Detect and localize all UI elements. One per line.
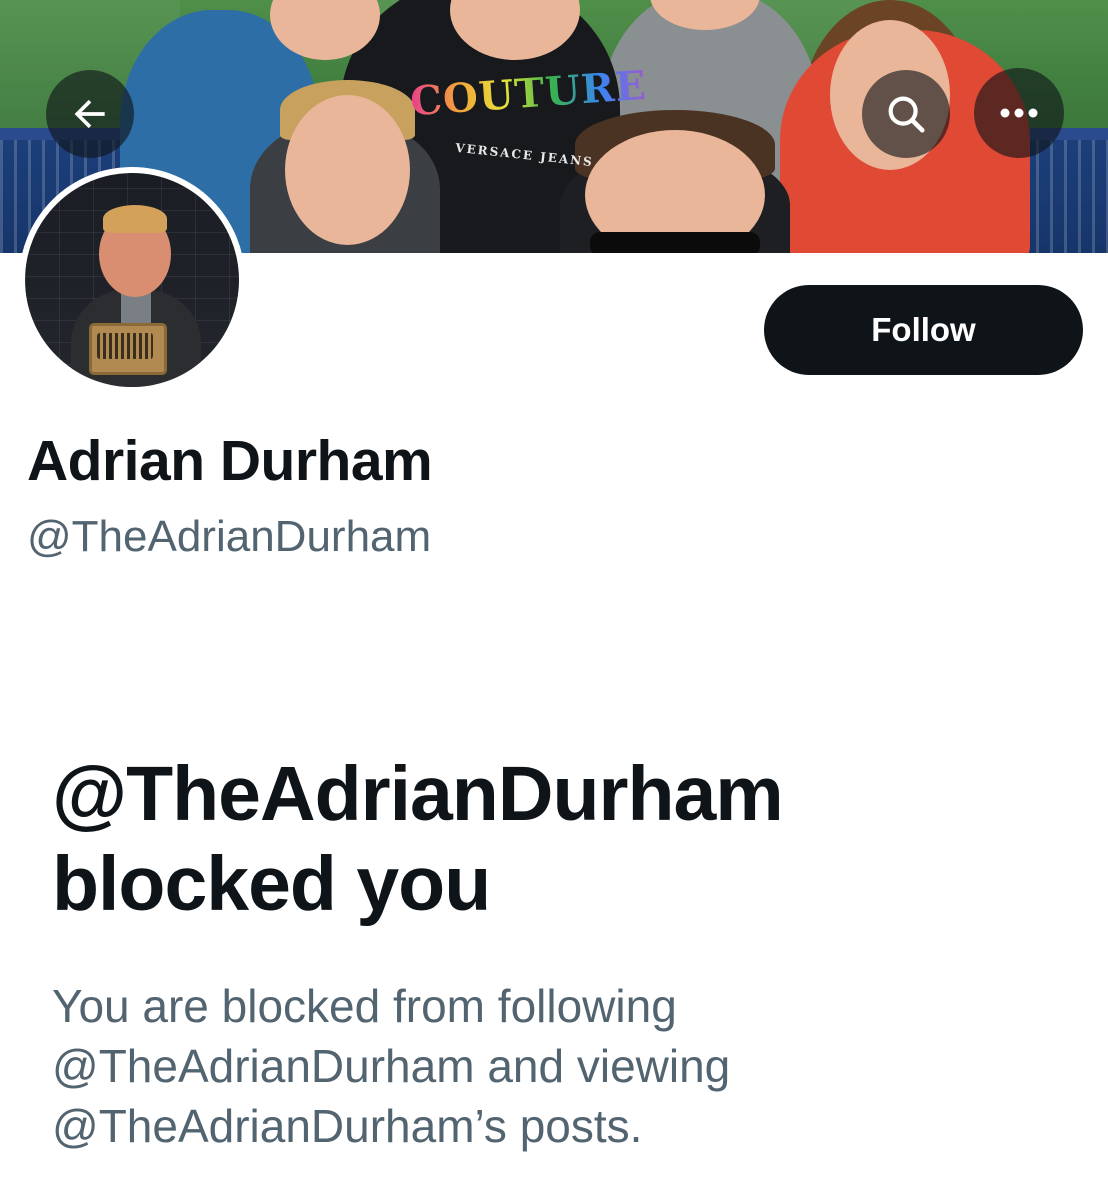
search-icon — [888, 96, 925, 133]
profile-handle: @TheAdrianDurham — [27, 512, 432, 561]
profile-display-name: Adrian Durham — [27, 429, 433, 493]
avatar-award-grille — [97, 333, 153, 359]
arrow-left-icon — [74, 99, 105, 129]
blocked-description-line: @TheAdrianDurham and viewing — [52, 1040, 731, 1092]
more-horizontal-icon — [1000, 108, 1038, 118]
blocked-title: @TheAdrianDurham blocked you — [52, 749, 1052, 929]
avatar-photo — [25, 173, 239, 387]
blocked-title-handle: @TheAdrianDurham — [52, 751, 784, 837]
back-button[interactable] — [46, 70, 134, 158]
more-options-button[interactable] — [974, 68, 1064, 158]
banner-person-face — [285, 95, 410, 245]
banner-sunglasses — [590, 232, 760, 253]
avatar-person-hair — [103, 205, 167, 233]
blocked-description: You are blocked from following @TheAdria… — [52, 976, 1052, 1156]
blocked-description-line: @TheAdrianDurham’s posts. — [52, 1100, 643, 1152]
search-button[interactable] — [862, 70, 950, 158]
follow-button[interactable]: Follow — [764, 285, 1083, 375]
blocked-title-text: blocked you — [52, 841, 491, 927]
profile-avatar[interactable] — [19, 167, 245, 393]
blocked-description-line: You are blocked from following — [52, 980, 677, 1032]
